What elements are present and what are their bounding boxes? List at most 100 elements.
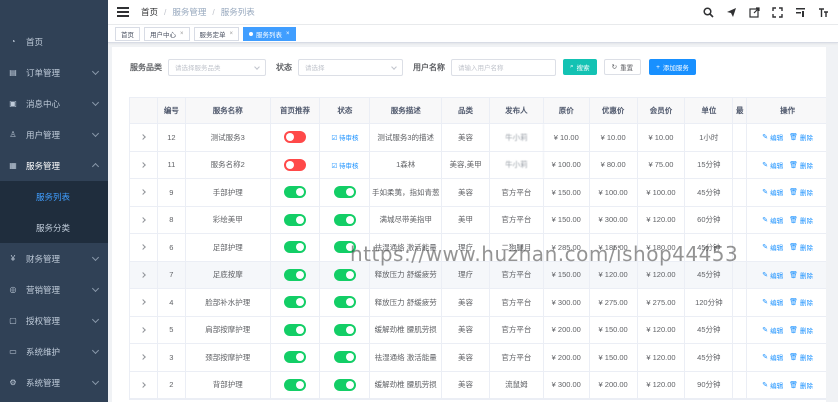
chevron-right-icon[interactable] xyxy=(140,161,147,168)
delete-button[interactable]: 🗑 删除 xyxy=(789,380,813,390)
edit-button[interactable]: ✎ 编辑 xyxy=(762,380,783,390)
search-button[interactable]: ⌕ 搜索 xyxy=(563,59,597,75)
recommend-toggle[interactable] xyxy=(284,268,307,281)
recommend-toggle[interactable] xyxy=(284,186,307,199)
status-toggle[interactable] xyxy=(333,323,356,336)
delete-button[interactable]: 🗑 删除 xyxy=(789,242,813,252)
status-toggle[interactable] xyxy=(333,186,356,199)
fullscreen-icon[interactable] xyxy=(770,5,784,19)
text-size-icon[interactable] xyxy=(816,5,830,19)
table-row[interactable]: 2 背部护理 缓解劲椎 腰肌劳损 美容 流鼠姆 ¥ 300.00 ¥ 200.00 ¥ 120… xyxy=(130,371,828,399)
search-icon[interactable] xyxy=(701,5,715,19)
recommend-toggle[interactable] xyxy=(284,213,307,226)
chevron-right-icon[interactable] xyxy=(140,354,147,361)
table-row[interactable]: 8 彩绘美甲 满城尽带美指甲 美甲 官方平台 ¥ 150.00 ¥ 300.00 ¥ 120.… xyxy=(130,206,828,234)
tag-3[interactable]: 服务列表 × xyxy=(243,26,296,41)
sidebar-item-3[interactable]: ♙ 用户管理 xyxy=(0,119,108,150)
reset-button[interactable]: ↻ 重置 xyxy=(603,59,642,75)
edit-button[interactable]: ✎ 编辑 xyxy=(762,242,783,252)
expand-cell[interactable] xyxy=(130,206,158,233)
expand-cell[interactable] xyxy=(130,124,158,151)
add-service-button[interactable]: + 添加服务 xyxy=(649,59,696,75)
sidebar-item-2[interactable]: ▣ 消息中心 xyxy=(0,88,108,119)
expand-cell[interactable] xyxy=(130,316,158,343)
status-toggle[interactable] xyxy=(333,268,356,281)
sidebar-item-9[interactable]: ⚙ 系统管理 xyxy=(0,367,108,398)
edit-button[interactable]: ✎ 编辑 xyxy=(762,325,783,335)
sidebar-item-6[interactable]: ◎ 营销管理 xyxy=(0,274,108,305)
delete-button[interactable]: 🗑 删除 xyxy=(789,215,813,225)
close-icon[interactable]: × xyxy=(286,31,290,37)
pending-link[interactable]: ☑ 待审核 xyxy=(331,132,358,142)
chevron-right-icon[interactable] xyxy=(140,381,147,388)
sidebar-item-8[interactable]: ▭ 系统维护 xyxy=(0,336,108,367)
status-toggle[interactable] xyxy=(333,296,356,309)
status-select[interactable]: 请选择 xyxy=(298,58,403,76)
recommend-toggle[interactable] xyxy=(284,296,307,309)
sidebar-item-4[interactable]: ▦ 服务管理 xyxy=(0,150,108,181)
expand-cell[interactable] xyxy=(130,371,158,398)
chevron-right-icon[interactable] xyxy=(140,271,147,278)
chevron-right-icon[interactable] xyxy=(140,134,147,141)
submenu-item-0[interactable]: 服务列表 xyxy=(0,181,108,212)
status-toggle[interactable] xyxy=(333,213,356,226)
table-row[interactable]: 3 颈部按摩护理 祛湿通络 激活能量 美容 官方平台 ¥ 200.00 ¥ 150.00 ¥ … xyxy=(130,344,828,372)
recommend-toggle[interactable] xyxy=(284,351,307,364)
delete-button[interactable]: 🗑 删除 xyxy=(789,187,813,197)
edit-button[interactable]: ✎ 编辑 xyxy=(762,270,783,280)
chevron-right-icon[interactable] xyxy=(140,299,147,306)
table-row[interactable]: 11 服务名称2 ☑ 待审核 1森林 美容,美甲 牛小莉 ¥ 100.00 ¥ 80.00 ¥ … xyxy=(130,151,828,179)
chevron-right-icon[interactable] xyxy=(140,216,147,223)
send-icon[interactable] xyxy=(724,5,738,19)
delete-button[interactable]: 🗑 删除 xyxy=(789,297,813,307)
expand-cell[interactable] xyxy=(130,234,158,261)
recommend-toggle[interactable] xyxy=(284,323,307,336)
edit-button[interactable]: ✎ 编辑 xyxy=(762,132,783,142)
expand-cell[interactable] xyxy=(130,151,158,178)
delete-button[interactable]: 🗑 删除 xyxy=(789,270,813,280)
edit-button[interactable]: ✎ 编辑 xyxy=(762,187,783,197)
table-row[interactable]: 9 手部护理 手如柔荑，指如青葱 美容 官方平台 ¥ 150.00 ¥ 100.00 ¥ 10… xyxy=(130,179,828,207)
sidebar-item-7[interactable]: ▢ 授权管理 xyxy=(0,305,108,336)
hamburger-icon[interactable] xyxy=(117,7,129,17)
delete-button[interactable]: 🗑 删除 xyxy=(789,132,813,142)
delete-button[interactable]: 🗑 删除 xyxy=(789,160,813,170)
menu-icon[interactable] xyxy=(793,5,807,19)
breadcrumb-home[interactable]: 首页 xyxy=(141,6,158,18)
pending-link[interactable]: ☑ 待审核 xyxy=(331,160,358,170)
delete-button[interactable]: 🗑 删除 xyxy=(789,352,813,362)
table-row[interactable]: 12 测试服务3 ☑ 待审核 测试服务3的描述 美容 牛小莉 ¥ 10.00 ¥ 10.00 ¥… xyxy=(130,124,828,152)
edit-button[interactable]: ✎ 编辑 xyxy=(762,215,783,225)
category-select[interactable]: 请选择服务品类 xyxy=(168,58,266,76)
status-toggle[interactable] xyxy=(333,378,356,391)
table-row[interactable]: 4 脸部补水护理 释放压力 舒缓疲劳 美容 官方平台 ¥ 300.00 ¥ 275.00 ¥ … xyxy=(130,289,828,317)
edit-button[interactable]: ✎ 编辑 xyxy=(762,160,783,170)
recommend-toggle[interactable] xyxy=(284,241,307,254)
external-link-icon[interactable] xyxy=(747,5,761,19)
close-icon[interactable]: × xyxy=(230,31,234,37)
tag-0[interactable]: 首页 xyxy=(115,26,140,41)
tag-1[interactable]: 用户中心 × xyxy=(144,26,190,41)
breadcrumb-service-manage[interactable]: 服务管理 xyxy=(172,6,206,18)
user-input[interactable]: 请输入用户名称 xyxy=(451,58,556,76)
status-toggle[interactable] xyxy=(333,351,356,364)
chevron-right-icon[interactable] xyxy=(140,326,147,333)
close-icon[interactable]: × xyxy=(180,31,184,37)
tag-2[interactable]: 服务定单 × xyxy=(193,26,240,41)
sidebar-item-5[interactable]: ¥ 财务管理 xyxy=(0,243,108,274)
delete-button[interactable]: 🗑 删除 xyxy=(789,325,813,335)
recommend-toggle[interactable] xyxy=(284,131,307,144)
submenu-item-1[interactable]: 服务分类 xyxy=(0,212,108,243)
chevron-right-icon[interactable] xyxy=(140,189,147,196)
expand-cell[interactable] xyxy=(130,179,158,206)
table-row[interactable]: 5 肩部按摩护理 缓解劲椎 腰肌劳损 美容 官方平台 ¥ 200.00 ¥ 150.00 ¥ … xyxy=(130,316,828,344)
edit-button[interactable]: ✎ 编辑 xyxy=(762,297,783,307)
edit-button[interactable]: ✎ 编辑 xyxy=(762,352,783,362)
recommend-toggle[interactable] xyxy=(284,378,307,391)
chevron-right-icon[interactable] xyxy=(140,244,147,251)
recommend-toggle[interactable] xyxy=(284,158,307,171)
sidebar-item-1[interactable]: ▤ 订单管理 xyxy=(0,57,108,88)
expand-cell[interactable] xyxy=(130,261,158,288)
expand-cell[interactable] xyxy=(130,344,158,371)
expand-cell[interactable] xyxy=(130,289,158,316)
